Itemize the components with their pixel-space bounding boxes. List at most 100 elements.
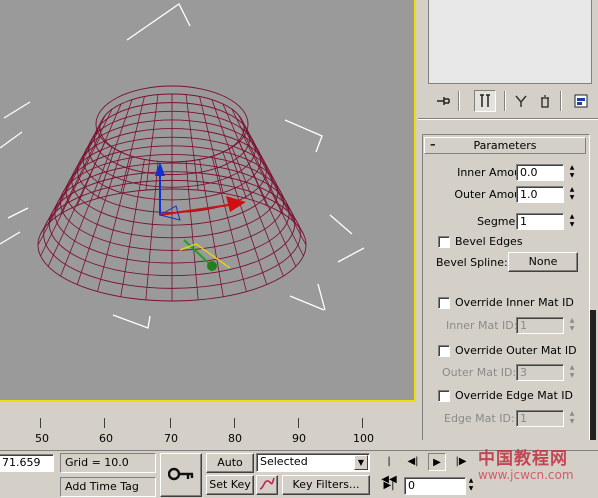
mesh-longitude bbox=[242, 134, 304, 257]
ruler-tick bbox=[104, 418, 105, 428]
make-unique-icon[interactable] bbox=[510, 90, 532, 112]
status-bar: 71.659 Grid = 10.0 Add Time Tag Auto Key… bbox=[0, 450, 598, 498]
key-icon bbox=[167, 467, 194, 484]
show-end-result-icon[interactable] bbox=[474, 90, 496, 112]
next-frame-icon[interactable]: |▶ bbox=[452, 453, 470, 471]
ruler-label: 60 bbox=[99, 432, 113, 445]
selection-bracket bbox=[112, 314, 151, 329]
inner-amount-input[interactable]: 0.0 bbox=[516, 164, 564, 181]
selected-value: Selected bbox=[260, 455, 308, 468]
selection-bracket bbox=[289, 295, 325, 311]
remove-modifier-icon[interactable] bbox=[534, 90, 556, 112]
inner-mat-id-input[interactable]: 1 bbox=[516, 317, 564, 334]
outer-mat-id-input[interactable]: 3 bbox=[516, 364, 564, 381]
mesh-longitude bbox=[37, 127, 101, 246]
selection-bracket bbox=[126, 3, 191, 41]
ruler-label: 70 bbox=[164, 432, 178, 445]
selection-bracket bbox=[3, 101, 31, 119]
edge-mat-id-spinner[interactable]: ▲ ▼ bbox=[567, 410, 577, 427]
pin-stack-icon[interactable] bbox=[432, 90, 454, 112]
segments-spinner[interactable]: ▲ ▼ bbox=[567, 213, 577, 230]
ruler-label: 100 bbox=[353, 432, 374, 445]
go-to-start-icon[interactable]: |◀◀ bbox=[380, 453, 398, 485]
selection-bracket bbox=[0, 131, 23, 149]
ruler-tick bbox=[40, 418, 41, 428]
bevel-spline-label: Bevel Spline: bbox=[436, 256, 508, 269]
inner-mat-id-label: Inner Mat ID: bbox=[446, 319, 518, 332]
mesh-longitude bbox=[231, 108, 284, 215]
override-outer-mat-id-checkbox[interactable] bbox=[438, 345, 450, 357]
add-time-tag-button[interactable]: Add Time Tag bbox=[60, 477, 156, 497]
chevron-down-icon[interactable]: ▼ bbox=[354, 455, 368, 470]
ruler-label: 80 bbox=[228, 432, 242, 445]
mesh-longitude bbox=[185, 161, 199, 300]
collapse-icon: – bbox=[430, 138, 436, 151]
parameters-rollout-header[interactable]: – Parameters bbox=[424, 137, 586, 154]
coordinate-field[interactable]: 71.659 bbox=[0, 454, 54, 472]
auto-key-button[interactable]: Auto Key bbox=[206, 453, 254, 487]
current-frame-field[interactable]: 0 bbox=[404, 477, 466, 495]
previous-frame-icon[interactable]: ◀| bbox=[404, 453, 422, 471]
z-axis-arrow bbox=[155, 162, 165, 176]
set-key-button[interactable]: Set Key bbox=[206, 475, 254, 495]
key-mode-dropdown[interactable]: Selected ▼ bbox=[256, 453, 370, 472]
ruler-tick bbox=[170, 418, 171, 428]
outer-amount-spinner[interactable]: ▲ ▼ bbox=[567, 186, 577, 203]
toolbar-separator bbox=[458, 91, 460, 111]
play-icon[interactable]: ▶ bbox=[428, 453, 446, 471]
modifier-stack-toolbar bbox=[428, 88, 596, 114]
ruler-tick bbox=[298, 418, 299, 428]
inner-amount-spinner[interactable]: ▲ ▼ bbox=[567, 164, 577, 181]
panel-scrollbar[interactable] bbox=[590, 310, 596, 440]
viewport-scene bbox=[0, 3, 365, 329]
key-mode-curve-icon[interactable] bbox=[256, 475, 278, 495]
frame-spinner[interactable]: ▲ ▼ bbox=[466, 477, 476, 494]
x-axis bbox=[159, 203, 237, 216]
outer-mat-id-spinner[interactable]: ▲ ▼ bbox=[567, 364, 577, 381]
toolbar-separator bbox=[560, 91, 562, 111]
bevel-edges-label: Bevel Edges bbox=[455, 235, 523, 248]
rollout-title: Parameters bbox=[473, 139, 537, 152]
selection-bracket bbox=[317, 283, 326, 311]
outer-amount-input[interactable]: 1.0 bbox=[516, 186, 564, 203]
override-inner-mat-id-checkbox[interactable] bbox=[438, 297, 450, 309]
override-edge-mat-id-checkbox[interactable] bbox=[438, 390, 450, 402]
ruler-label: 50 bbox=[35, 432, 49, 445]
track-bar-ruler[interactable]: 50 60 70 80 90 100 bbox=[0, 404, 416, 450]
override-edge-mat-id-label: Override Edge Mat ID bbox=[455, 389, 574, 402]
selection-bracket bbox=[329, 214, 353, 235]
command-panel: – Parameters Inner Amount: 0.0 ▲ ▼ Outer … bbox=[418, 0, 598, 440]
segments-input[interactable]: 1 bbox=[516, 213, 564, 230]
inner-mat-id-spinner[interactable]: ▲ ▼ bbox=[567, 317, 577, 334]
selection-bracket bbox=[284, 119, 323, 153]
mesh-longitude bbox=[145, 161, 159, 300]
edge-mat-id-input[interactable]: 1 bbox=[516, 410, 564, 427]
mesh-longitude bbox=[185, 94, 199, 191]
selection-bracket bbox=[7, 207, 29, 219]
modifier-stack-list[interactable] bbox=[428, 0, 592, 84]
ruler-tick bbox=[362, 418, 363, 428]
panel-divider bbox=[418, 118, 598, 120]
ruler-tick bbox=[234, 418, 235, 428]
override-inner-mat-id-label: Override Inner Mat ID bbox=[455, 296, 574, 309]
key-filters-button[interactable]: Key Filters... bbox=[282, 475, 370, 495]
toolbar-separator bbox=[504, 91, 506, 111]
bevel-edges-checkbox[interactable] bbox=[438, 236, 450, 248]
configure-modifier-sets-icon[interactable] bbox=[570, 90, 592, 112]
mesh-longitude bbox=[238, 114, 297, 224]
set-keys-button[interactable] bbox=[160, 453, 202, 497]
outer-mat-id-label: Outer Mat ID: bbox=[442, 366, 517, 379]
ruler-label: 90 bbox=[292, 432, 306, 445]
gizmo-helper bbox=[179, 243, 231, 269]
mesh-longitude bbox=[47, 114, 106, 224]
selection-bracket bbox=[0, 231, 21, 245]
key-mode-toggle-icon[interactable]: ▶| bbox=[380, 477, 398, 495]
mesh-longitude bbox=[40, 134, 102, 257]
mesh-longitude bbox=[60, 108, 113, 215]
perspective-viewport[interactable] bbox=[0, 0, 416, 402]
selection-bracket bbox=[337, 247, 365, 263]
edge-mat-id-label: Edge Mat ID: bbox=[444, 412, 515, 425]
bevel-spline-button[interactable]: None bbox=[508, 252, 578, 272]
grid-size-display: Grid = 10.0 bbox=[60, 453, 156, 473]
mesh-longitude bbox=[243, 127, 307, 246]
